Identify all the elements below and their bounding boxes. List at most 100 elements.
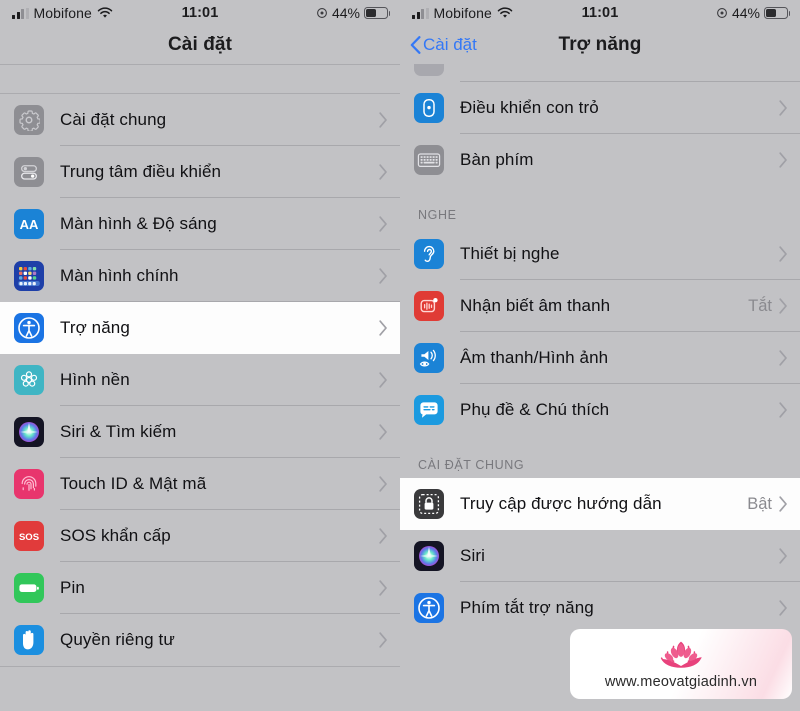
siri-icon [414, 541, 444, 571]
list-item-keyboard[interactable]: Bàn phím [400, 134, 800, 186]
sidebar-item-control-center[interactable]: Trung tâm điều khiển [0, 146, 400, 198]
location-services-icon [316, 7, 328, 19]
chevron-left-icon [410, 36, 421, 54]
control-center-icon [14, 157, 44, 187]
chevron-right-icon [379, 216, 387, 232]
sidebar-item-label: Pin [60, 578, 85, 597]
battery-icon [764, 7, 791, 19]
sound-recognition-icon [414, 291, 444, 321]
dual-phone-screenshot: Mobifone 11:01 44% Cài đặt Cài đặt chung… [0, 0, 800, 711]
carrier-label: Mobifone [433, 5, 492, 21]
status-bar-right-group: 44% [716, 5, 791, 21]
home-screen-icon [14, 261, 44, 291]
battery-percent-label: 44% [331, 5, 360, 21]
chevron-right-icon [779, 548, 787, 564]
signal-bars-icon [12, 7, 29, 19]
display-brightness-icon: AA [14, 209, 44, 239]
signal-bars-icon [412, 7, 429, 19]
list-item-value: Tắt [748, 296, 772, 315]
list-item-label: Phím tắt trợ năng [460, 598, 594, 617]
sidebar-item-wallpaper[interactable]: Hình nền [0, 354, 400, 406]
sidebar-item-label: Touch ID & Mật mã [60, 474, 207, 493]
chevron-right-icon [779, 496, 787, 512]
sidebar-item-label: SOS khẩn cấp [60, 526, 171, 545]
sidebar-item-emergency-sos[interactable]: SOS SOS khẩn cấp [0, 510, 400, 562]
partial-icon [414, 64, 444, 76]
chevron-right-icon [379, 580, 387, 596]
accessibility-icon [14, 313, 44, 343]
list-item-label: Bàn phím [460, 150, 534, 169]
sidebar-item-touch-id[interactable]: Touch ID & Mật mã [0, 458, 400, 510]
left-page-title: Cài đặt [167, 34, 233, 55]
privacy-hand-icon [14, 625, 44, 655]
right-section-pointer-keyboard: Điều khiển con trỏ Bàn phím [400, 82, 800, 186]
sidebar-item-display-brightness[interactable]: AA Màn hình & Độ sáng [0, 198, 400, 250]
list-item-audio-visual[interactable]: Âm thanh/Hình ảnh [400, 332, 800, 384]
sidebar-item-label: Màn hình chính [60, 266, 179, 285]
carrier-label: Mobifone [33, 5, 92, 21]
sidebar-item-label: Màn hình & Độ sáng [60, 214, 217, 233]
chevron-right-icon [379, 424, 387, 440]
list-item-label: Truy cập được hướng dẫn [460, 494, 662, 513]
sidebar-item-battery[interactable]: Pin [0, 562, 400, 614]
siri-icon [14, 417, 44, 447]
list-item-accessibility-shortcut[interactable]: Phím tắt trợ năng [400, 582, 800, 634]
back-button-label: Cài đặt [423, 35, 477, 54]
guided-access-icon [414, 489, 444, 519]
list-item-label: Nhận biết âm thanh [460, 296, 611, 315]
list-item-label: Siri [460, 546, 485, 565]
chevron-right-icon [779, 246, 787, 262]
list-item-value: Bật [747, 494, 772, 513]
chevron-right-icon [779, 402, 787, 418]
right-accessibility-panel: Mobifone 11:01 44% Cài đặt Trợ năng Điều… [400, 0, 800, 711]
chevron-right-icon [379, 268, 387, 284]
status-bar-right-group: 44% [316, 5, 391, 21]
right-nav-bar: Cài đặt Trợ năng [400, 26, 800, 64]
chevron-right-icon [379, 372, 387, 388]
chevron-right-icon [779, 100, 787, 116]
pointer-control-icon [414, 93, 444, 123]
right-section-general: Truy cập được hướng dẫn Bật Siri Phím tắ… [400, 478, 800, 634]
chevron-right-icon [779, 152, 787, 168]
wallpaper-icon [14, 365, 44, 395]
wifi-icon [97, 7, 113, 19]
sidebar-item-label: Trung tâm điều khiển [60, 162, 222, 181]
sidebar-item-label: Cài đặt chung [60, 110, 167, 129]
sidebar-item-home-screen[interactable]: Màn hình chính [0, 250, 400, 302]
partial-row-above [400, 64, 800, 82]
touch-id-icon [14, 469, 44, 499]
list-item-sound-recognition[interactable]: Nhận biết âm thanh Tắt [400, 280, 800, 332]
chevron-right-icon [779, 298, 787, 314]
list-item-siri[interactable]: Siri [400, 530, 800, 582]
battery-icon [364, 7, 391, 19]
list-item-guided-access[interactable]: Truy cập được hướng dẫn Bật [400, 478, 800, 530]
list-item-pointer-control[interactable]: Điều khiển con trỏ [400, 82, 800, 134]
sidebar-item-accessibility[interactable]: Trợ năng [0, 302, 400, 354]
lotus-flower-icon [651, 638, 711, 672]
status-bar-left: Mobifone 11:01 44% [0, 0, 400, 26]
gear-icon [14, 105, 44, 135]
chevron-right-icon [379, 632, 387, 648]
left-list-top-band [0, 64, 400, 94]
sidebar-item-label: Hình nền [60, 370, 130, 389]
list-item-label: Âm thanh/Hình ảnh [460, 348, 609, 367]
list-item-subtitles-captions[interactable]: Phụ đề & Chú thích [400, 384, 800, 436]
section-header-general: CÀI ĐẶT CHUNG [418, 458, 525, 472]
chevron-right-icon [779, 600, 787, 616]
subtitles-icon [414, 395, 444, 425]
chevron-right-icon [779, 350, 787, 366]
right-section-hearing: Thiết bị nghe Nhận biết âm thanh Tắt Âm … [400, 228, 800, 436]
sidebar-item-privacy[interactable]: Quyền riêng tư [0, 614, 400, 666]
watermark-url: www.meovatgiadinh.vn [604, 674, 758, 690]
left-list-bottom-band [0, 666, 400, 706]
hearing-devices-icon [414, 239, 444, 269]
list-item-hearing-devices[interactable]: Thiết bị nghe [400, 228, 800, 280]
sidebar-item-siri-search[interactable]: Siri & Tìm kiếm [0, 406, 400, 458]
chevron-right-icon [379, 112, 387, 128]
sos-icon: SOS [14, 521, 44, 551]
sidebar-item-general[interactable]: Cài đặt chung [0, 94, 400, 146]
back-button[interactable]: Cài đặt [410, 35, 477, 55]
sidebar-item-label: Trợ năng [60, 318, 130, 337]
svg-text:AA: AA [20, 217, 39, 232]
left-settings-list: Cài đặt chung Trung tâm điều khiển AA Mà… [0, 94, 400, 666]
